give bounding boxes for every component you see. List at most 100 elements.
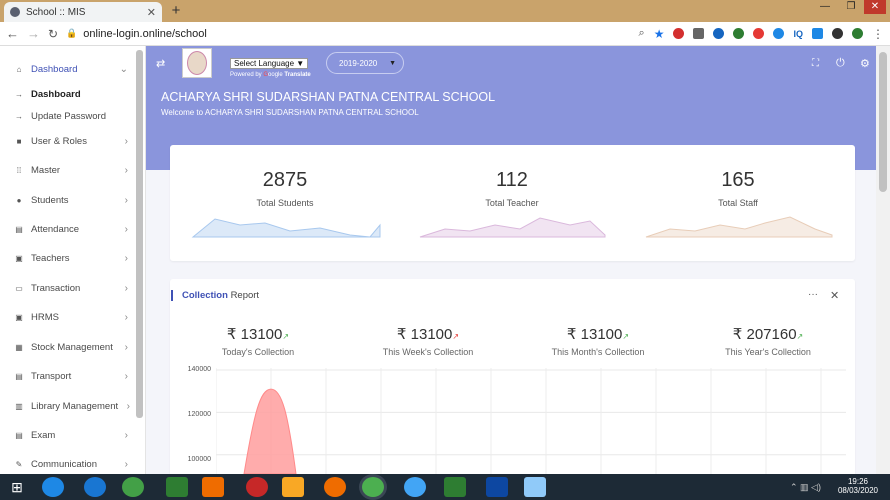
forward-icon[interactable]: → [27, 26, 40, 41]
sidebar-item-dashboard[interactable]: ⌂ Dashboard ⌄ [0, 59, 146, 79]
id-card-icon: ▣ [15, 312, 23, 322]
sidebar-item-stock-management[interactable]: ▦ Stock Management › [0, 337, 146, 357]
extension-icon[interactable] [673, 28, 685, 39]
collection-value: ₹ 13100 [566, 326, 623, 343]
sidebar-scrollbar[interactable] [136, 50, 143, 418]
media-player-icon[interactable] [202, 477, 224, 497]
y-tick-label: 100000 [187, 456, 211, 463]
gear-icon[interactable]: ⚙ [860, 57, 870, 70]
download-icon[interactable] [812, 28, 823, 39]
exam-icon: ▤ [15, 430, 23, 440]
chrome-icon[interactable] [362, 477, 384, 497]
extension-icon[interactable] [832, 28, 843, 39]
collection-label: This Year's Collection [725, 347, 811, 357]
back-icon[interactable]: ← [6, 26, 19, 41]
close-window-icon[interactable]: ✕ [864, 0, 886, 14]
restore-icon[interactable]: ❐ [840, 0, 862, 14]
notepad-icon[interactable] [524, 477, 546, 497]
sidebar-item-master[interactable]: ⁞⁞ Master › [0, 160, 146, 180]
collection-year: ₹ 207160↗ This Year's Collection [693, 325, 843, 357]
close-tab-icon[interactable]: ✕ [147, 6, 156, 19]
windows-taskbar: ⊞ ⌃ ▥ ◁) 19:26 08/03/2020 [0, 474, 890, 500]
cortana-icon[interactable] [42, 477, 64, 497]
grid-icon: ⁞⁞ [16, 165, 22, 175]
stats-card: 2875 Total Students 112 Total Teacher 16… [170, 145, 855, 261]
internet-explorer-icon[interactable] [84, 477, 106, 497]
trend-up-icon: ↗ [622, 332, 630, 341]
sparklines [191, 216, 833, 238]
collection-label: Today's Collection [221, 347, 295, 357]
sidebar-subitem-update-password[interactable]: → Update Password [0, 106, 146, 126]
sidebar-item-exam[interactable]: ▤ Exam › [0, 425, 146, 445]
menu-icon[interactable]: ⋮ [872, 27, 884, 41]
extension-icon[interactable] [753, 28, 765, 39]
bus-icon: ▤ [15, 371, 23, 381]
file-explorer-icon[interactable] [282, 477, 304, 497]
extension-icon[interactable] [713, 28, 725, 39]
address-bar: ← → ↻ 🔒 online-login.online/school ⌕ ★ I… [0, 22, 890, 46]
language-select[interactable]: Select Language ▼ [230, 58, 309, 69]
sidebar-item-user-roles[interactable]: ■ User & Roles › [0, 131, 146, 151]
system-tray-icons[interactable]: ⌃ ▥ ◁) [790, 482, 821, 493]
more-options-icon[interactable]: ··· [808, 289, 818, 300]
collection-value: ₹ 13100 [226, 326, 283, 343]
toggle-sidebar-icon[interactable]: ⇄ [156, 57, 165, 70]
minimize-icon[interactable]: — [814, 0, 836, 14]
collection-area-series [243, 388, 297, 474]
home-icon: ⌂ [16, 64, 22, 74]
collection-value: ₹ 13100 [396, 326, 453, 343]
sidebar-item-transport[interactable]: ▤ Transport › [0, 366, 146, 386]
sparkline-teacher [419, 217, 606, 238]
book-icon: ▥ [15, 401, 23, 411]
browser-tab[interactable]: School :: MIS ✕ [4, 2, 162, 22]
sidebar-item-attendance[interactable]: ▤ Attendance › [0, 219, 146, 239]
reload-icon[interactable]: ↻ [48, 27, 58, 41]
chevron-right-icon: › [126, 400, 130, 412]
sparkline-staff [645, 216, 833, 238]
firefox-icon[interactable] [324, 477, 346, 497]
session-select[interactable]: 2019-2020 ▼ [326, 52, 404, 74]
chevron-right-icon: › [124, 223, 128, 235]
extension-icon[interactable] [773, 28, 785, 39]
sidebar-item-communication[interactable]: ✎ Communication › [0, 454, 146, 474]
sidebar: ⌂ Dashboard ⌄ → Dashboard → Update Password … [0, 46, 146, 474]
start-button[interactable]: ⊞ [6, 477, 28, 497]
sidebar-item-library-management[interactable]: ▥ Library Management › [0, 396, 146, 416]
new-tab-button[interactable]: + [168, 2, 184, 20]
photoshop-icon[interactable] [486, 477, 508, 497]
store-icon[interactable] [166, 477, 188, 497]
trend-up-icon: ↗ [282, 332, 290, 341]
extension-icon[interactable] [733, 28, 745, 39]
school-name: ACHARYA SHRI SUDARSHAN PATNA CENTRAL SCH… [161, 90, 496, 104]
sidebar-item-hrms[interactable]: ▣ HRMS › [0, 307, 146, 327]
sidebar-item-students[interactable]: ● Students › [0, 190, 146, 210]
card-icon: ▭ [15, 283, 23, 293]
clock[interactable]: 19:26 08/03/2020 [834, 477, 882, 495]
chrome-alt-icon[interactable] [404, 477, 426, 497]
extension-iq-icon[interactable]: IQ [793, 29, 803, 39]
sidebar-subitem-dashboard[interactable]: → Dashboard [0, 84, 146, 104]
power-icon[interactable]: ⏻ [836, 57, 845, 70]
sidebar-item-teachers[interactable]: ▣ Teachers › [0, 248, 146, 268]
camera-icon[interactable] [693, 28, 705, 39]
user-icon: ● [16, 195, 22, 205]
zoom-icon[interactable]: ⌕ [639, 27, 645, 40]
opera-icon[interactable] [246, 477, 268, 497]
page-scrollbar[interactable] [876, 46, 890, 474]
chevron-right-icon: › [124, 429, 128, 441]
excel-icon[interactable] [444, 477, 466, 497]
lock-icon: 🔒 [66, 28, 78, 38]
collection-month: ₹ 13100↗ This Month's Collection [523, 325, 673, 357]
tab-title: School :: MIS [26, 6, 86, 18]
bookmark-star-icon[interactable]: ★ [654, 27, 665, 41]
report-title: Collection Report [182, 290, 260, 301]
url-input[interactable]: online-login.online/school [83, 28, 207, 40]
whatsapp-icon[interactable] [122, 477, 144, 497]
fullscreen-icon[interactable]: ⛶ [812, 58, 819, 69]
sidebar-item-transaction[interactable]: ▭ Transaction › [0, 278, 146, 298]
box-icon: ▦ [15, 342, 23, 352]
chevron-right-icon: › [124, 252, 128, 264]
extension-icon[interactable] [852, 28, 863, 39]
clock-time: 19:26 [847, 477, 869, 486]
close-icon[interactable]: ✕ [830, 289, 839, 302]
